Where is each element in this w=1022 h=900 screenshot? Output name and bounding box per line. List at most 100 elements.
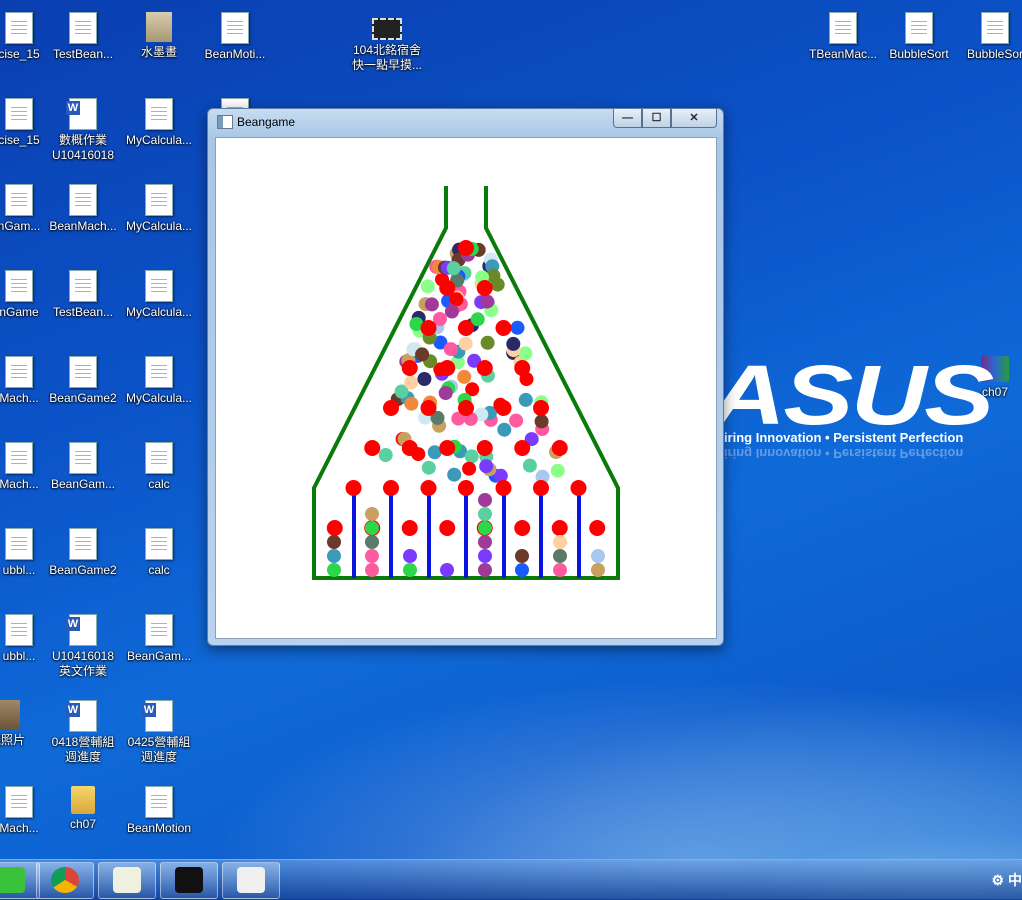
desktop-icon[interactable]: BeanGam...: [122, 614, 196, 664]
peg: [345, 480, 362, 496]
desktop-icon[interactable]: BubbleSor: [958, 12, 1022, 62]
java-file-icon: [145, 786, 173, 818]
java-file-icon: [5, 12, 33, 44]
collected-ball: [403, 563, 417, 577]
peg: [458, 320, 474, 336]
word-document-icon: [66, 98, 97, 130]
beangame-window[interactable]: Beangame — ☐ ✕: [207, 108, 724, 646]
desktop-icon[interactable]: BeanGam...: [46, 442, 120, 492]
java-file-icon: [905, 12, 933, 44]
collected-ball: [365, 549, 379, 563]
collected-ball: [553, 535, 567, 549]
desktop-icon[interactable]: 0425營輔組 週進度: [122, 700, 196, 765]
desktop-icon-label: BubbleSor: [966, 47, 1022, 61]
bean-machine-canvas[interactable]: [215, 137, 717, 639]
collected-ball: [478, 549, 492, 563]
desktop-icon-label: BeanMach...: [49, 219, 117, 233]
taskbar-button-notepad[interactable]: [98, 862, 156, 899]
desktop-icon[interactable]: BeanMach...: [46, 184, 120, 234]
peg: [420, 320, 437, 336]
falling-ball: [518, 346, 533, 361]
desktop-icon[interactable]: U10416018 英文作業: [46, 614, 120, 679]
peg: [420, 400, 437, 416]
desktop-icon[interactable]: MyCalcula...: [122, 98, 196, 148]
peg: [420, 480, 437, 496]
desktop-icon[interactable]: MyCalcula...: [122, 270, 196, 320]
asus-tagline: piring Innovation • Persistent Perfectio…: [716, 430, 964, 445]
desktop-icon[interactable]: MyCalcula...: [122, 356, 196, 406]
java-file-icon: [5, 184, 33, 216]
falling-ball: [534, 414, 549, 429]
input-method-icon[interactable]: ⚙: [992, 872, 1008, 888]
line-icon: [0, 867, 25, 893]
peg: [458, 480, 474, 496]
peg: [476, 440, 493, 456]
desktop-icon[interactable]: ch07: [46, 786, 120, 832]
peg: [533, 480, 549, 496]
bean-machine-drawing: [312, 186, 620, 580]
collected-ball: [515, 563, 529, 577]
desktop-icon[interactable]: BeanMoti...: [198, 12, 272, 62]
java-file-icon: [69, 442, 97, 474]
maximize-button[interactable]: ☐: [642, 109, 671, 128]
desktop-icon-label: calc: [148, 477, 170, 491]
taskbar-button-chrome[interactable]: [36, 862, 94, 899]
taskbar-button-java[interactable]: [222, 862, 280, 899]
desktop-icon[interactable]: 數概作業 U10416018: [46, 98, 120, 163]
peg: [551, 520, 568, 536]
falling-ball: [457, 369, 472, 384]
desktop-icon-label: BeanGame2: [49, 563, 117, 577]
taskbar-button-cmd[interactable]: [160, 862, 218, 899]
desktop-icon[interactable]: 水墨畫: [122, 12, 196, 60]
desktop-icon[interactable]: MyCalcula...: [122, 184, 196, 234]
falling-ball: [378, 448, 393, 462]
peg: [401, 360, 418, 376]
desktop-icon-label: BeanGam...: [126, 649, 192, 663]
falling-ball: [447, 467, 462, 482]
collected-ball: [403, 549, 417, 563]
desktop-icon[interactable]: BubbleSort: [882, 12, 956, 62]
desktop-icon[interactable]: BeanGame2: [46, 356, 120, 406]
java-icon: [237, 867, 265, 893]
desktop-icon[interactable]: calc: [122, 528, 196, 578]
peg: [589, 520, 606, 536]
desktop-icon-label: 數概作業 U10416018: [51, 133, 115, 162]
desktop-icon[interactable]: 0418營輔組 週進度: [46, 700, 120, 765]
falling-ball: [458, 336, 473, 351]
falling-ball: [421, 460, 436, 475]
falling-ball: [490, 277, 505, 292]
java-file-icon: [145, 614, 173, 646]
java-file-icon: [5, 270, 33, 302]
word-document-icon: [66, 614, 97, 646]
desktop-icon[interactable]: TestBean...: [46, 12, 120, 62]
falling-ball: [510, 320, 525, 335]
desktop-icon-label: BeanMotion: [126, 821, 192, 835]
window-app-icon[interactable]: [217, 115, 233, 129]
collected-ball: [478, 493, 492, 507]
desktop-icon[interactable]: TBeanMac...: [806, 12, 880, 62]
desktop-icon[interactable]: BeanGame2: [46, 528, 120, 578]
peg: [495, 480, 512, 496]
ime-indicator[interactable]: 中: [1008, 872, 1022, 888]
desktop-icon[interactable]: TestBean...: [46, 270, 120, 320]
desktop-icon-label: TBeanMac...: [808, 47, 878, 61]
falling-ball: [506, 336, 521, 351]
desktop-icon-label: BeanGam...: [50, 477, 116, 491]
desktop-icon-label: BubbleSort: [889, 47, 949, 61]
desktop-icon-label: BeanGame2: [49, 391, 117, 405]
desktop-icon[interactable]: BeanMotion: [122, 786, 196, 836]
close-button[interactable]: ✕: [671, 109, 717, 128]
peg: [495, 400, 512, 416]
word-document-icon: [142, 700, 173, 732]
window-controls: — ☐ ✕: [613, 109, 717, 128]
peg: [476, 280, 493, 296]
peg: [439, 520, 456, 536]
collected-ball: [327, 563, 341, 577]
taskbar-button-line[interactable]: [0, 862, 40, 899]
minimize-button[interactable]: —: [613, 109, 642, 128]
desktop-icon-label: MyCalcula...: [125, 219, 193, 233]
desktop-icon[interactable]: calc: [122, 442, 196, 492]
desktop-icon[interactable]: 104北銘宿舍 快一點早摸...: [350, 12, 424, 73]
desktop-icon[interactable]: 機照片: [0, 700, 44, 748]
collected-ball: [365, 507, 379, 521]
